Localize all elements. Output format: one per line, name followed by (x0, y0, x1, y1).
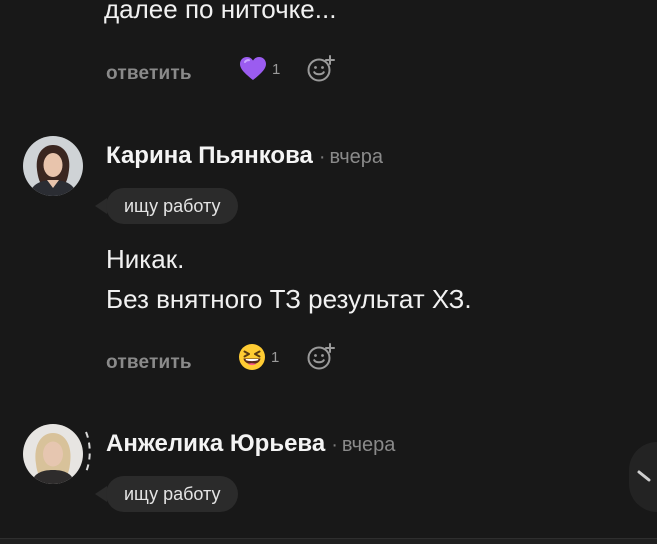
online-ring-mark (85, 431, 91, 473)
separator-dot: · (331, 434, 338, 456)
avatar[interactable] (23, 136, 83, 196)
status-badge: ищу работу (106, 188, 239, 224)
comment-text-tail: далее по ниточке... (104, 0, 337, 24)
reaction-laugh[interactable]: 1 (238, 343, 279, 371)
reaction-heart[interactable]: 1 (239, 56, 280, 82)
avatar-photo (23, 136, 83, 196)
add-reaction-icon[interactable] (306, 342, 336, 372)
grinning-squinting-emoji-icon (239, 344, 265, 370)
avatar[interactable] (23, 424, 83, 484)
reply-button[interactable]: ответить (106, 63, 192, 85)
separator-dot: · (318, 146, 326, 168)
reaction-count: 1 (271, 348, 280, 366)
comment-text-line: Без внятного ТЗ результат ХЗ. (106, 284, 472, 314)
status-badge: ищу работу (106, 476, 239, 512)
reply-button[interactable]: ответить (106, 352, 192, 374)
bottom-divider (0, 538, 657, 544)
add-reaction-icon[interactable] (306, 54, 336, 84)
author-name[interactable]: Анжелика Юрьева (106, 430, 325, 458)
scroll-down-button[interactable] (629, 442, 657, 512)
comment-time: вчера (341, 434, 396, 456)
author-name[interactable]: Карина Пьянкова (106, 142, 313, 170)
comment-author-line: Анжелика Юрьева · вчера (106, 430, 395, 458)
chevron-down-icon (637, 470, 651, 482)
comment-author-line: Карина Пьянкова · вчера (106, 142, 383, 170)
reaction-count: 1 (272, 60, 281, 78)
comment-time: вчера (329, 146, 384, 168)
comment-text-line: Никак. (106, 244, 185, 274)
avatar-photo (23, 424, 83, 484)
purple-heart-icon (240, 57, 266, 80)
